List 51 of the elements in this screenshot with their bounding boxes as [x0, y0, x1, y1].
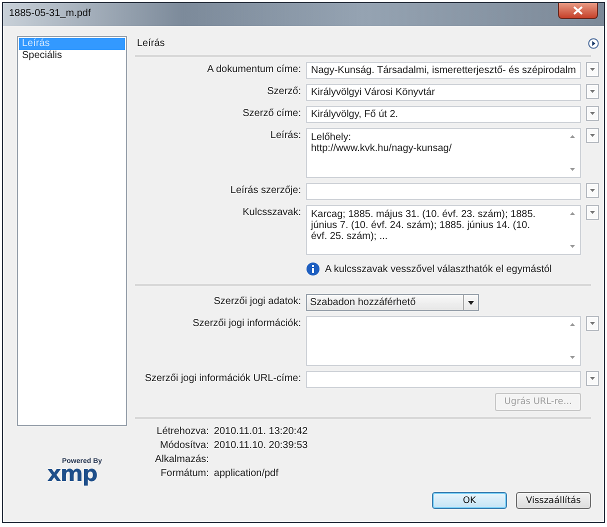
- caret-icon: [590, 134, 595, 137]
- text-field[interactable]: [306, 183, 581, 200]
- info-label: Formátum:: [160, 468, 209, 479]
- field-label: Leírás:: [269, 129, 301, 142]
- caret-icon: [468, 300, 474, 304]
- caret-icon: [590, 322, 595, 325]
- text-field[interactable]: [306, 371, 581, 388]
- menu-button[interactable]: [586, 84, 599, 99]
- field-label: Szerző:: [266, 85, 301, 98]
- text-field[interactable]: Királyvölgyi Városi Könyvtár: [306, 84, 581, 101]
- menu-button[interactable]: [586, 62, 599, 77]
- info-label: Alkalmazás:: [155, 454, 209, 465]
- sidebar-item[interactable]: Speciális: [19, 50, 125, 62]
- info-value: application/pdf: [214, 468, 280, 479]
- menu-button[interactable]: [586, 183, 599, 198]
- text-area[interactable]: Karcag; 1885. május 31. (10. évf. 23. szám); 1885. június 7. (10. évf. 24. szám); 1885. június 14. (10. évf. 25. szám); ...: [306, 205, 581, 255]
- field-label: A dokumentum címe:: [206, 63, 301, 76]
- close-button[interactable]: [558, 3, 598, 19]
- text-field[interactable]: Királyvölgy, Fő út 2.: [306, 106, 581, 123]
- caret-icon: [590, 112, 595, 115]
- reset-button[interactable]: Visszaállítás: [516, 492, 591, 509]
- logo-name: xmp: [47, 465, 97, 485]
- field-label: Leírás szerzője:: [229, 184, 301, 197]
- hint-text: A kulcsszavak vesszővel választhatók el egymástól: [325, 264, 552, 274]
- field-label: Szerzői jogi információk URL-címe:: [144, 372, 301, 385]
- field-label: Kulcsszavak:: [242, 206, 301, 219]
- info-icon: [306, 262, 320, 276]
- field-label: Szerzői jogi információk:: [192, 317, 301, 330]
- menu-button[interactable]: [586, 128, 599, 143]
- caret-icon: [590, 377, 595, 380]
- menu-button[interactable]: [586, 371, 599, 386]
- field-label: Szerzői jogi adatok:: [212, 295, 301, 308]
- field-label: Szerző címe:: [242, 107, 301, 120]
- info-label: Létrehozva:: [156, 426, 209, 437]
- close-icon: [573, 6, 583, 15]
- info-value: 2010.11.10. 20:39:53: [214, 440, 309, 451]
- menu-button[interactable]: [586, 106, 599, 121]
- menu-button[interactable]: [586, 316, 599, 331]
- play-circle-icon[interactable]: [588, 38, 599, 49]
- text-area[interactable]: Lelőhely: http://www.kvk.hu/nagy-kunsag/: [306, 128, 581, 178]
- info-label: Módosítva:: [158, 440, 209, 451]
- caret-icon: [590, 189, 595, 192]
- window-title: 1885-05-31_m.pdf: [9, 8, 91, 19]
- menu-button[interactable]: [586, 205, 599, 220]
- caret-icon: [590, 90, 595, 93]
- info-value: 2010.11.01. 13:20:42: [214, 426, 309, 437]
- caret-icon: [590, 211, 595, 214]
- ok-button[interactable]: OK: [432, 492, 507, 509]
- caret-icon: [590, 68, 595, 71]
- text-field[interactable]: Nagy-Kunság. Társadalmi, ismeretterjesztő- és szépirodalm: [306, 62, 581, 79]
- panel-title: Leírás: [137, 38, 165, 49]
